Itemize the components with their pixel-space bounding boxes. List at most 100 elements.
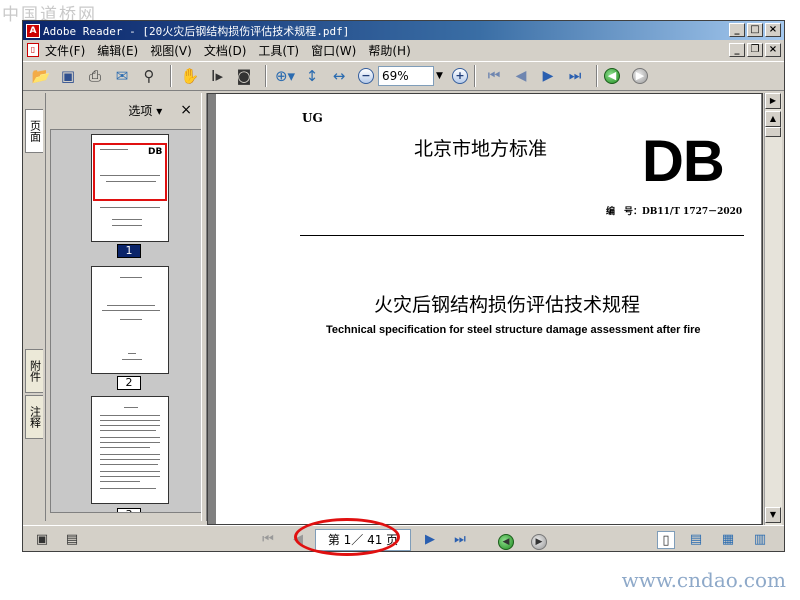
menu-document[interactable]: 文档(D) xyxy=(204,42,247,59)
thumb-line xyxy=(124,407,138,408)
open-icon[interactable]: 📂 xyxy=(29,64,53,88)
continuous-facing-icon[interactable]: ▥ xyxy=(751,531,769,549)
doc-number: 编 号：DB11/T 1727－2020 xyxy=(606,207,743,217)
hand-icon[interactable]: ✋ xyxy=(178,64,202,88)
toolbar-separator xyxy=(265,65,267,87)
menu-file[interactable]: 文件(F) xyxy=(45,42,85,59)
document-view[interactable]: UG 北京市地方标准 DB 编 号：DB11/T 1727－2020 火灾后钢结… xyxy=(207,93,763,525)
thumb-line xyxy=(100,459,160,460)
last-page-icon[interactable]: ⏭ xyxy=(451,531,469,549)
select-icon[interactable]: I▸ xyxy=(205,64,229,88)
snapshot-icon[interactable]: ◙ xyxy=(232,64,256,88)
thumb-line xyxy=(100,207,160,208)
title-controls: _ □ × xyxy=(729,23,781,37)
thumbnail-page-3[interactable] xyxy=(91,396,169,504)
monitor-icon[interactable]: ▣ xyxy=(33,531,51,549)
thumbnail-label-1[interactable]: 1 xyxy=(117,244,141,258)
maximize-button[interactable]: □ xyxy=(747,23,763,37)
doc-minimize-button[interactable]: _ xyxy=(729,43,745,57)
thumbnail-page-2[interactable] xyxy=(91,266,169,374)
last-page-icon[interactable]: ⏭ xyxy=(563,64,587,88)
menu-tools[interactable]: 工具(T) xyxy=(258,42,299,59)
next-page-icon[interactable]: ▶ xyxy=(536,64,560,88)
tab-pages[interactable]: 页面 xyxy=(25,109,43,153)
thumbnail-page-1[interactable]: DB xyxy=(91,134,169,242)
doc-close-button[interactable]: × xyxy=(765,43,781,57)
go-forward-icon[interactable]: ▶ xyxy=(632,68,648,84)
thumbnail-label-3[interactable]: 3 xyxy=(117,508,141,512)
doc-title-english: Technical specification for steel struct… xyxy=(326,324,701,336)
close-button[interactable]: × xyxy=(765,23,781,37)
thumb-line xyxy=(106,181,156,182)
go-back-icon[interactable]: ◀ xyxy=(604,68,620,84)
thumb-line xyxy=(100,425,160,426)
pages-panel: 选项 ▾ × DB 1 2 xyxy=(45,93,221,521)
thumb-line xyxy=(100,454,160,455)
zoom-in-icon[interactable]: ⊕▾ xyxy=(273,64,297,88)
pdf-page[interactable]: UG 北京市地方标准 DB 编 号：DB11/T 1727－2020 火灾后钢结… xyxy=(216,94,761,524)
thumb-line xyxy=(122,359,142,360)
go-back-icon[interactable]: ◀ xyxy=(498,534,514,550)
watermark-bottom: www.cndao.com xyxy=(621,568,786,592)
pdf-document-icon[interactable]: ▯ xyxy=(27,43,39,57)
minimize-button[interactable]: _ xyxy=(729,23,745,37)
thumb-line xyxy=(100,464,158,465)
options-menu[interactable]: 选项 ▾ xyxy=(128,102,162,119)
scrollbar-thumb[interactable] xyxy=(765,127,781,137)
fit-page-icon[interactable]: ↕ xyxy=(300,64,324,88)
zoom-input[interactable]: 69% xyxy=(378,66,434,86)
scroll-down-icon[interactable]: ▼ xyxy=(765,507,781,523)
tab-attachments[interactable]: 附件 xyxy=(25,349,43,393)
thumb-line xyxy=(120,277,142,278)
menu-help[interactable]: 帮助(H) xyxy=(368,42,410,59)
title-bar[interactable]: A Adobe Reader - [20火灾后钢结构损伤评估技术规程.pdf] xyxy=(23,21,784,40)
toolbar: 📂 ▣ ⎙ ✉ ⚲ ✋ I▸ ◙ ⊕▾ ↕ ↔ − 69% ▼ + ⏮ ◀ ▶ … xyxy=(23,61,784,91)
menu-edit[interactable]: 编辑(E) xyxy=(97,42,138,59)
doc-ug-code: UG xyxy=(302,111,323,125)
thumb-line xyxy=(100,471,160,472)
save-icon[interactable]: ▣ xyxy=(56,64,80,88)
facing-icon[interactable]: ▦ xyxy=(719,531,737,549)
thumb-line xyxy=(100,437,160,438)
prev-page-icon[interactable]: ◀ xyxy=(509,64,533,88)
search-icon[interactable]: ⚲ xyxy=(137,64,161,88)
scroll-up-icon[interactable]: ▲ xyxy=(765,111,781,127)
chevron-down-icon[interactable]: ▼ xyxy=(436,71,446,81)
continuous-icon[interactable]: ▤ xyxy=(687,531,705,549)
email-icon[interactable]: ✉ xyxy=(110,64,134,88)
window-title: Adobe Reader - [20火灾后钢结构损伤评估技术规程.pdf] xyxy=(43,24,350,38)
panel-header: 选项 ▾ × xyxy=(46,93,202,127)
split-arrow-icon[interactable]: ▶ xyxy=(765,93,781,109)
single-page-icon[interactable]: ▯ xyxy=(657,531,675,549)
menu-window[interactable]: 窗口(W) xyxy=(311,42,356,59)
go-forward-icon[interactable]: ▶ xyxy=(531,534,547,550)
thumb-line xyxy=(100,430,156,431)
next-page-icon[interactable]: ▶ xyxy=(421,531,439,549)
print-icon[interactable]: ⎙ xyxy=(83,64,107,88)
thumb-line xyxy=(100,420,160,421)
doc-divider xyxy=(300,235,744,236)
thumb-line xyxy=(112,225,142,226)
fit-width-icon[interactable]: ↔ xyxy=(327,64,351,88)
reader-window: A Adobe Reader - [20火灾后钢结构损伤评估技术规程.pdf] … xyxy=(22,20,785,552)
thumb-line xyxy=(100,415,160,416)
highlight-circle xyxy=(294,518,400,556)
menu-view[interactable]: 视图(V) xyxy=(150,42,192,59)
document-scrollbar[interactable]: ▶ ▲ ▼ xyxy=(764,93,782,525)
first-page-icon[interactable]: ⏮ xyxy=(482,64,506,88)
first-page-icon[interactable]: ⏮ xyxy=(259,531,277,549)
toolbar-separator xyxy=(474,65,476,87)
thumb-line xyxy=(100,175,160,176)
zoom-plus-icon[interactable]: + xyxy=(452,68,468,84)
adobe-reader-icon: A xyxy=(26,23,40,38)
thumb-db-text: DB xyxy=(148,147,163,157)
close-icon[interactable]: × xyxy=(180,102,192,118)
toolbar-separator xyxy=(170,65,172,87)
document-icon[interactable]: ▤ xyxy=(63,531,81,549)
tab-comments[interactable]: 注释 xyxy=(25,395,43,439)
toolbar-separator xyxy=(596,65,598,87)
zoom-out-icon[interactable]: − xyxy=(358,68,374,84)
doc-restore-button[interactable]: ❐ xyxy=(747,43,763,57)
thumb-line xyxy=(100,149,128,150)
thumbnail-label-2[interactable]: 2 xyxy=(117,376,141,390)
